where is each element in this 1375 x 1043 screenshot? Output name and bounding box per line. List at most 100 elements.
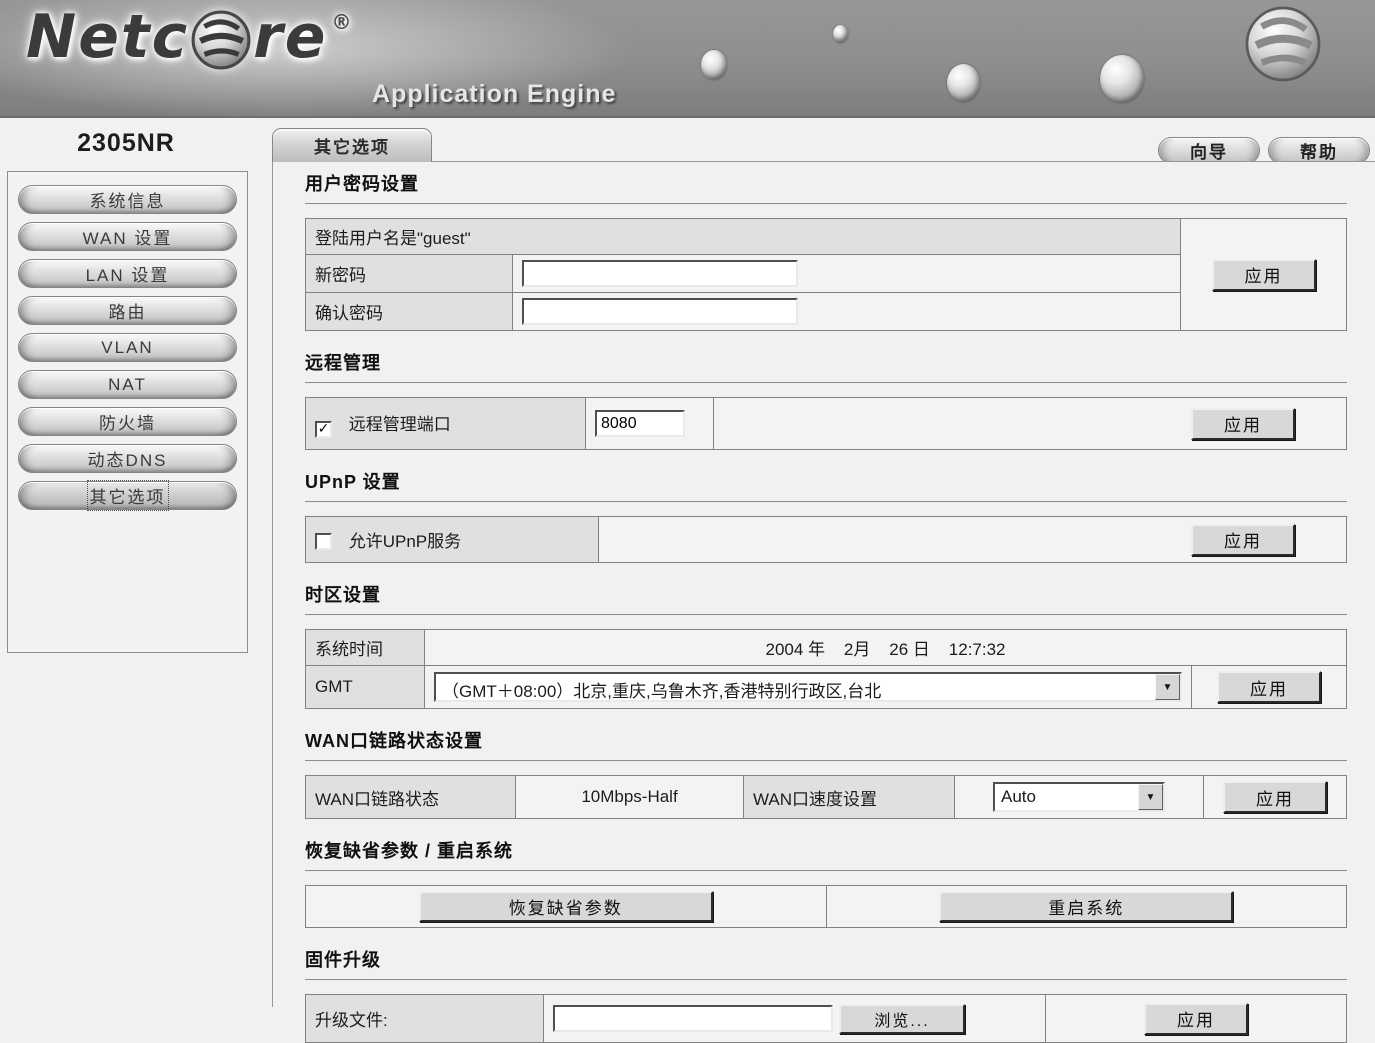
- reboot-cell: 重启系统: [825, 885, 1347, 928]
- browse-button[interactable]: 浏览...: [839, 1003, 965, 1034]
- new-password-label: 新密码: [305, 254, 513, 293]
- netcore-logo: Netc re ®: [26, 2, 353, 72]
- sidebar-item-wan-settings[interactable]: WAN 设置: [18, 222, 237, 251]
- timezone-section-title: 时区设置: [305, 585, 381, 605]
- bubble-icon: [947, 64, 980, 102]
- bubble-icon: [833, 25, 848, 43]
- section-divider: [305, 870, 1347, 872]
- chevron-down-icon[interactable]: ▼: [1155, 674, 1180, 700]
- remote-section-title: 远程管理: [305, 353, 381, 373]
- table-row: 远程管理端口 应用: [305, 397, 1347, 450]
- table-row: 恢复缺省参数 重启系统: [305, 885, 1347, 928]
- section-divider: [305, 760, 1347, 762]
- table-row: 允许UPnP服务 应用: [305, 516, 1347, 563]
- confirm-password-field[interactable]: [522, 298, 798, 325]
- globe-bubble-icon: [1245, 6, 1321, 82]
- table-row: WAN口链路状态 10Mbps-Half WAN口速度设置 Auto ▼ 应用: [305, 775, 1347, 819]
- bubble-icon: [1100, 55, 1144, 103]
- system-time-label: 系统时间: [305, 629, 425, 666]
- sidebar-item-system-info[interactable]: 系统信息: [18, 185, 237, 214]
- sidebar-item-vlan[interactable]: VLAN: [18, 333, 237, 362]
- gmt-select-cell: （GMT＋08:00）北京,重庆,乌鲁木齐,香港特别行政区,台北 ▼: [424, 665, 1192, 709]
- login-username-note: 登陆用户名是"guest": [305, 218, 1181, 255]
- remote-port-cell: [585, 397, 714, 450]
- upgrade-file-label: 升级文件:: [305, 994, 544, 1043]
- section-divider: [305, 614, 1347, 616]
- timezone-table: 系统时间 2004 年 2月 26 日 12:7:32 GMT （GMT＋08:…: [305, 629, 1347, 709]
- reset-section-title: 恢复缺省参数 / 重启系统: [305, 841, 514, 861]
- firmware-section-title: 固件升级: [305, 950, 381, 970]
- password-section-title: 用户密码设置: [305, 174, 419, 194]
- bubble-icon: [701, 50, 727, 80]
- table-row: 系统时间 2004 年 2月 26 日 12:7:32: [305, 629, 1347, 666]
- wan-apply-button[interactable]: 应用: [1223, 781, 1327, 813]
- remote-apply-cell: 应用: [713, 397, 1347, 450]
- remote-port-option: 远程管理端口: [305, 397, 586, 450]
- help-button[interactable]: 帮助: [1268, 137, 1370, 164]
- restore-defaults-button[interactable]: 恢复缺省参数: [418, 891, 713, 922]
- section-divider: [305, 979, 1347, 981]
- timezone-apply-button[interactable]: 应用: [1217, 671, 1321, 703]
- upgrade-file-input[interactable]: [553, 1005, 833, 1032]
- application-engine-tagline: Application Engine: [372, 80, 617, 108]
- password-settings-table: 登陆用户名是"guest" 应用 新密码 确认密码: [305, 218, 1347, 331]
- registered-trademark-icon: ®: [331, 10, 354, 34]
- gmt-label: GMT: [305, 665, 425, 709]
- wan-link-status-value: 10Mbps-Half: [515, 775, 744, 819]
- device-model-title: 2305NR: [77, 129, 175, 157]
- wan-speed-select[interactable]: Auto ▼: [993, 782, 1165, 812]
- firmware-apply-cell: 应用: [1045, 994, 1347, 1043]
- netcore-globe-icon: [191, 10, 251, 70]
- upnp-section-title: UPnP 设置: [305, 472, 401, 492]
- upnp-apply-button[interactable]: 应用: [1191, 523, 1295, 556]
- wan-section-title: WAN口链路状态设置: [305, 731, 483, 751]
- upnp-enable-checkbox[interactable]: [315, 533, 332, 550]
- section-divider: [305, 382, 1347, 384]
- header-banner: Netc re ® Application Engine: [0, 0, 1375, 130]
- sidebar-item-other-options[interactable]: 其它选项: [18, 480, 237, 511]
- gmt-selected-value: （GMT＋08:00）北京,重庆,乌鲁木齐,香港特别行政区,台北: [442, 682, 882, 700]
- sidebar-item-nat[interactable]: NAT: [18, 370, 237, 399]
- wan-link-status-label: WAN口链路状态: [305, 775, 516, 819]
- firmware-apply-button[interactable]: 应用: [1144, 1002, 1248, 1035]
- firmware-upgrade-table: 升级文件: 浏览... 应用: [305, 994, 1347, 1043]
- section-divider: [305, 501, 1347, 503]
- upgrade-file-cell: 浏览...: [543, 994, 1046, 1043]
- remote-port-checkbox[interactable]: [315, 420, 332, 438]
- wan-speed-cell: Auto ▼: [954, 775, 1204, 819]
- restore-defaults-cell: 恢复缺省参数: [305, 885, 827, 928]
- wan-apply-cell: 应用: [1203, 775, 1347, 819]
- chevron-down-icon[interactable]: ▼: [1138, 784, 1163, 810]
- timezone-apply-cell: 应用: [1191, 665, 1347, 709]
- section-divider: [305, 203, 1347, 205]
- sidebar-item-dynamic-dns[interactable]: 动态DNS: [18, 444, 237, 473]
- remote-port-label: 远程管理端口: [348, 414, 451, 434]
- system-time-value: 2004 年 2月 26 日 12:7:32: [424, 629, 1347, 666]
- sidebar-item-routing[interactable]: 路由: [18, 296, 237, 325]
- password-apply-button[interactable]: 应用: [1211, 258, 1316, 291]
- reboot-system-button[interactable]: 重启系统: [939, 891, 1234, 922]
- wan-speed-label: WAN口速度设置: [743, 775, 955, 819]
- content-panel: 用户密码设置 登陆用户名是"guest" 应用 新密码 确认密码 远程管理 远程…: [272, 161, 1375, 1043]
- brand-text-prefix: Netc: [26, 2, 190, 72]
- remote-port-input[interactable]: [595, 410, 685, 437]
- wizard-button[interactable]: 向导: [1158, 137, 1260, 164]
- gmt-timezone-select[interactable]: （GMT＋08:00）北京,重庆,乌鲁木齐,香港特别行政区,台北 ▼: [434, 672, 1182, 702]
- table-row: 升级文件: 浏览... 应用: [305, 994, 1347, 1043]
- upnp-settings-table: 允许UPnP服务 应用: [305, 516, 1347, 563]
- sidebar-item-firewall[interactable]: 防火墙: [18, 407, 237, 436]
- wan-link-table: WAN口链路状态 10Mbps-Half WAN口速度设置 Auto ▼ 应用: [305, 775, 1347, 819]
- reset-reboot-table: 恢复缺省参数 重启系统: [305, 885, 1347, 928]
- tab-other-options[interactable]: 其它选项: [272, 128, 432, 162]
- table-row: GMT （GMT＋08:00）北京,重庆,乌鲁木齐,香港特别行政区,台北 ▼ 应…: [305, 665, 1347, 709]
- sidebar-item-lan-settings[interactable]: LAN 设置: [18, 259, 237, 288]
- table-row: 登陆用户名是"guest" 应用: [305, 218, 1347, 331]
- upnp-enable-option: 允许UPnP服务: [305, 516, 599, 563]
- password-apply-cell: 应用: [1180, 218, 1347, 331]
- confirm-password-label: 确认密码: [305, 292, 513, 331]
- brand-text-suffix: re: [253, 2, 328, 72]
- wan-speed-selected-value: Auto: [1001, 787, 1036, 806]
- remote-management-table: 远程管理端口 应用: [305, 397, 1347, 450]
- new-password-field[interactable]: [522, 260, 798, 287]
- remote-apply-button[interactable]: 应用: [1191, 407, 1295, 440]
